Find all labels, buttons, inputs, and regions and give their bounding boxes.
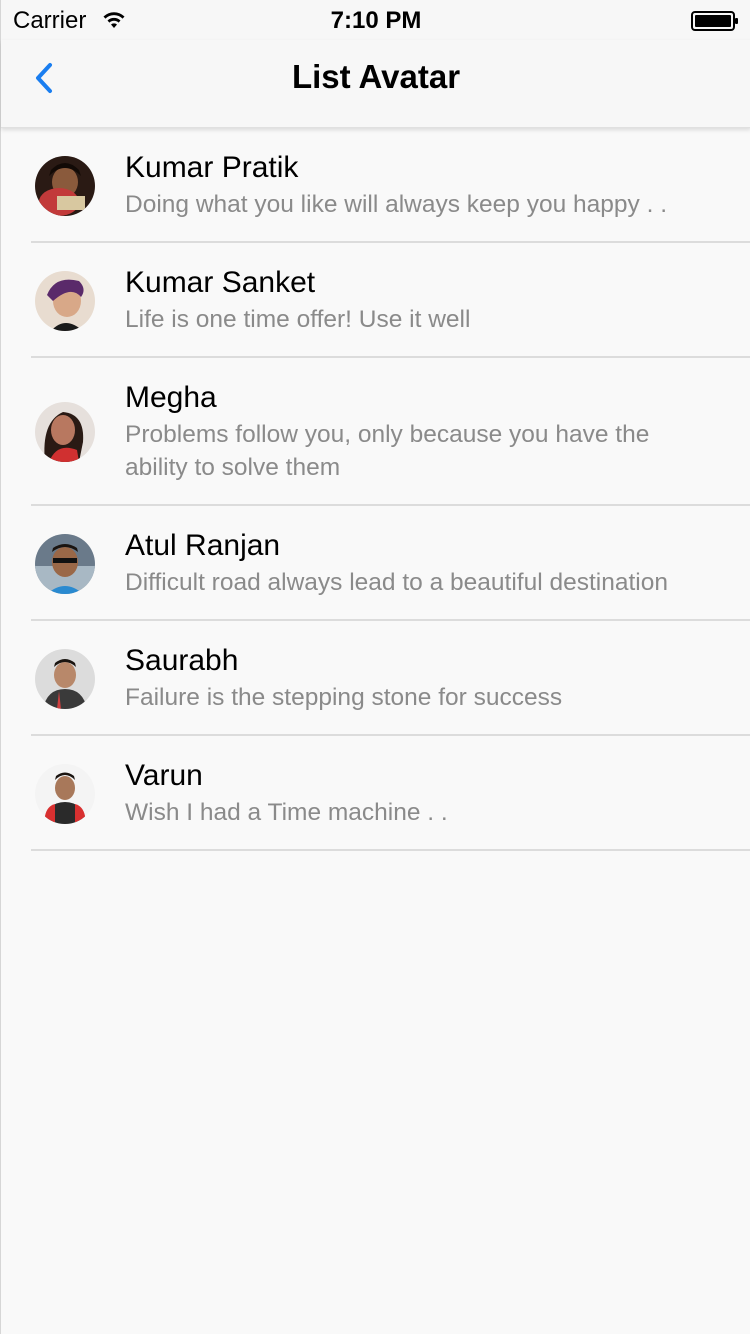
list-item[interactable]: Megha Problems follow you, only because … [1,358,750,506]
list-item-name: Varun [125,759,203,792]
status-bar: Carrier 7:10 PM [1,0,750,40]
list-item-description: Wish I had a Time machine . . [125,799,448,826]
list-item[interactable]: Varun Wish I had a Time machine . . [1,736,750,851]
list-item[interactable]: Kumar Pratik Doing what you like will al… [1,128,750,243]
screen: Carrier 7:10 PM List Avatar Kumar Pratik… [0,0,750,1334]
list-item-name: Saurabh [125,644,239,677]
list-item-description: Life is one time offer! Use it well [125,306,471,333]
list-item-description: Problems follow you, only because you ha… [125,421,650,481]
status-time: 7:10 PM [330,7,422,34]
avatar [35,270,95,331]
battery-icon [691,11,738,31]
list-item-name: Atul Ranjan [125,529,281,562]
list-item-name: Megha [125,381,217,414]
page-title: List Avatar [291,58,461,95]
list-item-description: Difficult road always lead to a beautifu… [125,569,668,596]
list-item-description: Failure is the stepping stone for succes… [125,684,563,711]
avatar-list: Kumar Pratik Doing what you like will al… [1,128,750,851]
avatar [35,533,95,594]
list-item-name: Kumar Pratik [125,151,299,184]
list-item[interactable]: Atul Ranjan Difficult road always lead t… [1,506,750,621]
navigation-bar: List Avatar [1,40,750,128]
avatar [35,155,95,216]
list-item[interactable]: Saurabh Failure is the stepping stone fo… [1,621,750,736]
list-item-name: Kumar Sanket [125,266,316,299]
avatar [35,402,95,462]
list-item-description: Doing what you like will always keep you… [125,191,668,218]
avatar [35,763,95,824]
list-item[interactable]: Kumar Sanket Life is one time offer! Use… [1,243,750,358]
avatar [35,648,95,709]
